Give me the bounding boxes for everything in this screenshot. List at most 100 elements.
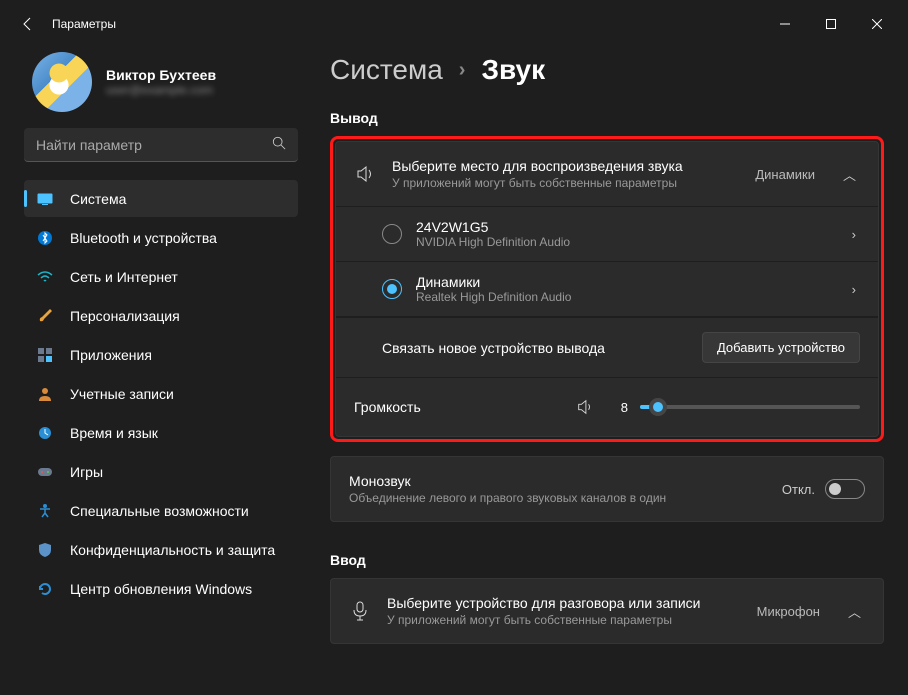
nav-privacy[interactable]: Конфиденциальность и защита [24,531,298,568]
maximize-button[interactable] [808,8,854,40]
mono-sub: Объединение левого и правого звуковых ка… [349,491,766,505]
apps-icon [36,346,54,364]
window-title: Параметры [52,17,116,31]
maximize-icon [826,19,836,29]
nav-personalization[interactable]: Персонализация [24,297,298,334]
pair-label: Связать новое устройство вывода [382,340,605,356]
profile-name: Виктор Бухтеев [106,67,216,83]
device-title: 24V2W1G5 [416,219,834,235]
volume-label: Громкость [354,399,562,415]
speaker-icon [354,163,376,185]
nav-label: Игры [70,464,103,480]
shield-icon [36,541,54,559]
output-expander-value: Динамики [755,167,815,182]
profile-block[interactable]: Виктор Бухтеев user@example.com [24,48,298,128]
nav-label: Время и язык [70,425,158,441]
device-sub: Realtek High Definition Audio [416,290,834,304]
nav-label: Специальные возможности [70,503,249,519]
output-expander-header[interactable]: Выберите место для воспроизведения звука… [336,142,878,206]
breadcrumb-parent[interactable]: Система [330,54,443,86]
search-input[interactable] [36,137,272,153]
output-highlight-box: Выберите место для воспроизведения звука… [330,136,884,442]
close-icon [872,19,882,29]
slider-thumb[interactable] [649,398,667,416]
nav-update[interactable]: Центр обновления Windows [24,570,298,607]
input-expander-sub: У приложений могут быть собственные пара… [387,613,741,627]
gamepad-icon [36,463,54,481]
breadcrumb: Система › Звук [330,54,884,86]
input-expander-title: Выберите устройство для разговора или за… [387,595,741,611]
volume-slider[interactable] [640,405,860,409]
radio-unchecked[interactable] [382,224,402,244]
nav-label: Персонализация [70,308,180,324]
nav-gaming[interactable]: Игры [24,453,298,490]
nav-time-language[interactable]: Время и язык [24,414,298,451]
pair-row: Связать новое устройство вывода Добавить… [336,317,878,377]
arrow-left-icon [20,16,36,32]
nav-label: Конфиденциальность и защита [70,542,275,558]
device-sub: NVIDIA High Definition Audio [416,235,834,249]
input-expander-value: Микрофон [757,604,820,619]
chevron-up-icon[interactable]: ︿ [839,161,860,188]
nav-label: Приложения [70,347,152,363]
sidebar: Виктор Бухтеев user@example.com Система … [0,48,310,695]
mono-row[interactable]: Монозвук Объединение левого и правого зв… [331,457,883,521]
input-expander-header[interactable]: Выберите устройство для разговора или за… [331,579,883,643]
microphone-icon [349,600,371,622]
mono-state: Откл. [782,482,815,497]
radio-checked[interactable] [382,279,402,299]
wifi-icon [36,268,54,286]
toggle-thumb [829,483,841,495]
volume-icon[interactable] [574,396,596,418]
output-section-title: Вывод [330,110,884,126]
add-device-button[interactable]: Добавить устройство [702,332,860,363]
nav-bluetooth[interactable]: Bluetooth и устройства [24,219,298,256]
titlebar: Параметры [0,0,908,48]
volume-value: 8 [608,400,628,415]
output-expander-title: Выберите место для воспроизведения звука [392,158,739,174]
search-box[interactable] [24,128,298,162]
nav-label: Учетные записи [70,386,174,402]
nav-accessibility[interactable]: Специальные возможности [24,492,298,529]
profile-email: user@example.com [106,83,216,97]
minimize-icon [780,19,790,29]
chevron-right-icon[interactable]: › [848,278,860,301]
accessibility-icon [36,502,54,520]
clock-icon [36,424,54,442]
bluetooth-icon [36,229,54,247]
nav-system[interactable]: Система [24,180,298,217]
mono-toggle[interactable] [825,479,865,499]
avatar [32,52,92,112]
main-content: Система › Звук Вывод Выберите место для … [310,48,908,695]
nav-label: Центр обновления Windows [70,581,252,597]
back-button[interactable] [8,4,48,44]
search-icon [272,136,286,153]
output-device-1[interactable]: Динамики Realtek High Definition Audio › [336,262,878,317]
nav-apps[interactable]: Приложения [24,336,298,373]
mono-title: Монозвук [349,473,766,489]
volume-row: Громкость 8 [336,377,878,436]
output-device-expander: Выберите место для воспроизведения звука… [335,141,879,437]
device-title: Динамики [416,274,834,290]
chevron-right-icon[interactable]: › [848,223,860,246]
output-device-0[interactable]: 24V2W1G5 NVIDIA High Definition Audio › [336,207,878,262]
update-icon [36,580,54,598]
input-section-title: Ввод [330,552,884,568]
minimize-button[interactable] [762,8,808,40]
output-expander-sub: У приложений могут быть собственные пара… [392,176,739,190]
display-icon [36,190,54,208]
input-device-expander: Выберите устройство для разговора или за… [330,578,884,644]
close-button[interactable] [854,8,900,40]
chevron-right-icon: › [459,59,466,82]
nav-list: Система Bluetooth и устройства Сеть и Ин… [24,180,298,607]
breadcrumb-current: Звук [481,54,545,86]
nav-label: Bluetooth и устройства [70,230,217,246]
brush-icon [36,307,54,325]
nav-label: Система [70,191,126,207]
nav-label: Сеть и Интернет [70,269,178,285]
person-icon [36,385,54,403]
nav-accounts[interactable]: Учетные записи [24,375,298,412]
chevron-up-icon[interactable]: ︿ [844,598,865,625]
mono-card: Монозвук Объединение левого и правого зв… [330,456,884,522]
nav-network[interactable]: Сеть и Интернет [24,258,298,295]
